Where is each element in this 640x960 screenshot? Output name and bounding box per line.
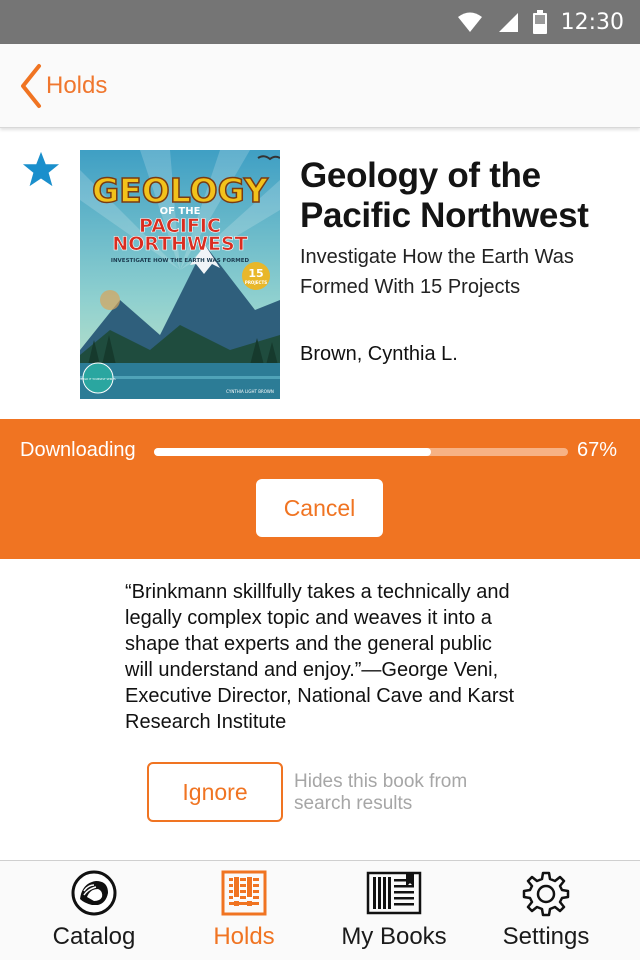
wifi-icon	[457, 12, 482, 32]
download-percent: 67%	[576, 439, 617, 461]
signal-icon	[498, 13, 518, 32]
clock-time: 12:30	[560, 9, 624, 35]
cover-title-line4: NORTHWEST	[112, 233, 247, 255]
tab-settings[interactable]: Settings	[466, 861, 626, 960]
nav-bar: Holds	[0, 44, 640, 128]
status-icons: 12:30	[457, 0, 624, 44]
cover-series: BUILD IT YOURSELF SERIES	[80, 377, 116, 381]
book-cover-art: GEOLOGY OF THE PACIFIC NORTHWEST INVESTI…	[80, 150, 280, 399]
cover-badge-text: PROJECTS	[245, 280, 267, 285]
holds-icon	[221, 870, 267, 916]
star-icon[interactable]	[22, 150, 60, 188]
tab-settings-label: Settings	[502, 923, 590, 950]
back-label: Holds	[46, 72, 108, 99]
cover-tagline: INVESTIGATE HOW THE EARTH WAS FORMED	[111, 258, 250, 264]
download-progress-fill	[154, 448, 432, 456]
cover-title-line1: GEOLOGY	[92, 171, 269, 210]
battery-icon	[532, 10, 547, 34]
cover-author: CYNTHIA LIGHT BROWN	[226, 389, 274, 394]
book-author: Brown, Cynthia L.	[300, 343, 458, 365]
back-button[interactable]: Holds	[18, 54, 107, 118]
status-bar: 12:30	[0, 0, 640, 44]
chevron-left-icon	[21, 64, 41, 108]
gear-icon	[522, 871, 570, 917]
cover-badge-number: 15	[248, 267, 263, 280]
book-subtitle: Investigate How the Earth Was Formed Wit…	[300, 246, 574, 298]
ignore-button[interactable]: Ignore	[147, 762, 283, 822]
bottom-tab-bar: Catalog Holds My Books Settings	[0, 860, 640, 960]
tab-my-books-label: My Books	[341, 923, 447, 950]
books-icon	[366, 871, 422, 915]
book-title: Geology of the Pacific Northwest	[300, 156, 589, 235]
tab-holds-label: Holds	[213, 923, 275, 950]
download-progress-bar	[154, 448, 568, 456]
ignore-hint: Hides this book from search results	[294, 771, 468, 814]
lion-icon	[71, 870, 117, 916]
download-panel: Downloading 67% Cancel	[0, 419, 640, 559]
tab-holds[interactable]: Holds	[164, 861, 324, 960]
tab-catalog-label: Catalog	[52, 923, 136, 950]
book-review-quote: “Brinkmann skillfully takes a technicall…	[125, 581, 515, 733]
book-cover[interactable]: GEOLOGY OF THE PACIFIC NORTHWEST INVESTI…	[80, 150, 280, 399]
tab-catalog[interactable]: Catalog	[14, 861, 174, 960]
cancel-download-button[interactable]: Cancel	[256, 479, 383, 537]
tab-my-books[interactable]: My Books	[314, 861, 474, 960]
download-status-label: Downloading	[20, 439, 136, 461]
